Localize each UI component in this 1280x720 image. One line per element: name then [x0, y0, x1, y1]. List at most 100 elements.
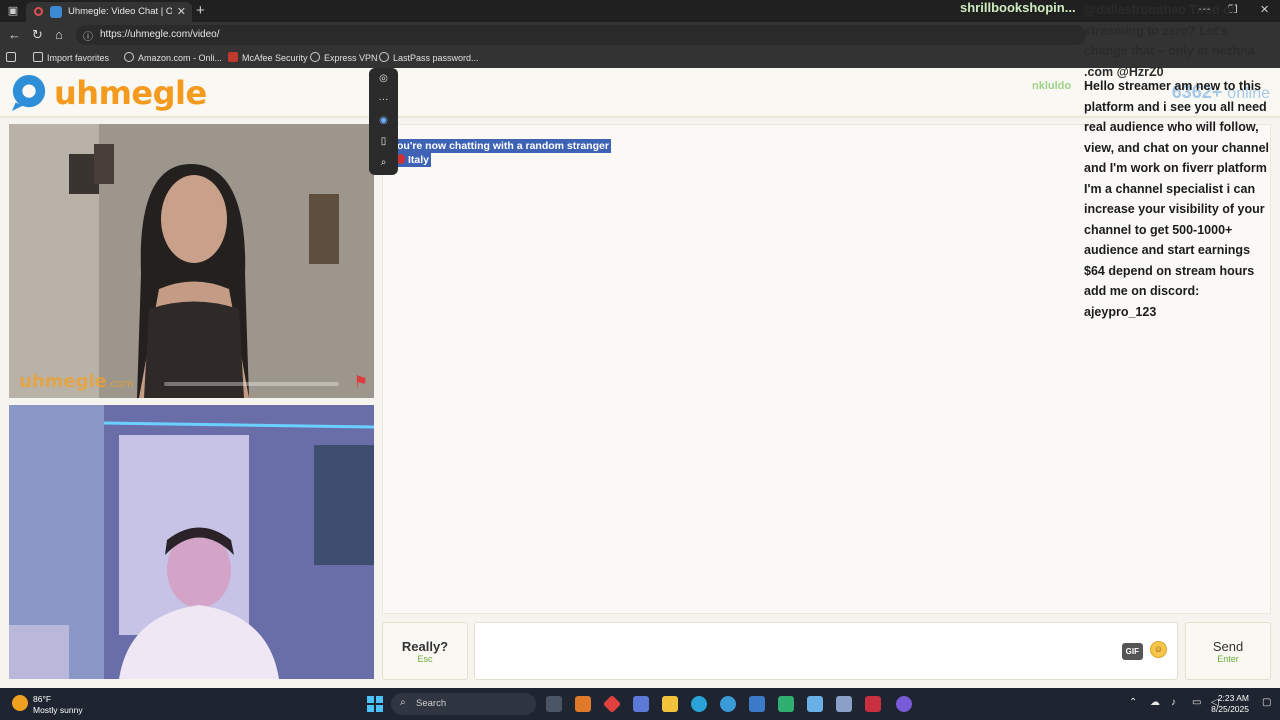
send-button-hint: Enter — [1217, 654, 1239, 664]
copy-icon[interactable]: ▯ — [369, 136, 398, 147]
discord-icon[interactable] — [896, 696, 912, 712]
favorite-label: McAfee Security — [242, 53, 308, 63]
send-button[interactable]: Send Enter — [1185, 622, 1271, 680]
stream-message-line: increase your visibility of your — [1084, 202, 1265, 216]
stream-top-username: shrillbookshopin... — [960, 0, 1076, 15]
clock-time: 2:23 AM — [1217, 693, 1249, 703]
stream-message-line: real audience who will follow, — [1084, 120, 1259, 134]
weather-condition: Mostly sunny — [33, 705, 83, 715]
video-volume-slider[interactable] — [164, 382, 339, 386]
search-icon[interactable]: ⌕ — [369, 157, 398, 168]
recording-icon — [34, 7, 43, 16]
taskbar-search[interactable]: ⌕ Search — [391, 693, 536, 715]
app-icon[interactable] — [720, 696, 736, 712]
favorite-mcafee[interactable]: McAfee Security — [228, 52, 308, 63]
self-video-frame — [9, 405, 374, 679]
favorite-import[interactable]: Import favorites — [33, 52, 109, 63]
url-field[interactable]: ⓘ https://uhmegle.com/video/ — [76, 25, 1086, 45]
stream-message-line: I'm a channel specialist i can — [1084, 181, 1256, 196]
favorite-lastpass[interactable]: LastPass password... — [379, 52, 479, 63]
chat-composer: Really? Esc GIF ☺ Send Enter — [382, 622, 1271, 680]
store-icon[interactable] — [807, 696, 823, 712]
app-icon[interactable] — [633, 696, 649, 712]
emoji-icon[interactable]: ☺ — [1150, 641, 1167, 658]
stream-chat-message: Hello streamer am new to this platform a… — [1084, 76, 1280, 322]
url-text[interactable]: https://uhmegle.com/video/ — [100, 29, 220, 40]
favorite-label: Amazon.com - Onli... — [138, 53, 223, 63]
favorite-label: Import favorites — [47, 53, 110, 63]
notifications-icon[interactable]: ▢ — [1262, 697, 1271, 708]
stream-message-line: and I'm work on fiverr platform — [1084, 161, 1267, 175]
network-icon[interactable]: ▭ — [1192, 697, 1201, 708]
back-icon[interactable]: ← — [8, 27, 21, 42]
stream-note-line: streaming to zero? Let's — [1084, 23, 1228, 38]
new-tab-button[interactable]: + — [196, 2, 205, 19]
report-flag-icon[interactable]: ⚑ — [354, 372, 368, 392]
import-icon — [33, 52, 43, 62]
stream-note: @dallasfromtheo Tired of streaming to ze… — [1084, 0, 1280, 82]
hide-icon[interactable]: ◎ — [369, 73, 398, 84]
message-input[interactable]: GIF ☺ — [474, 622, 1178, 680]
stream-viewer-name: nkluldo — [1032, 80, 1072, 92]
tab-close-icon[interactable]: ✕ — [177, 5, 186, 18]
stream-message-line: $64 depend on stream hours — [1084, 263, 1255, 278]
stop-button-hint: Esc — [417, 654, 433, 664]
stream-message-line: platform and i see you all need — [1084, 99, 1267, 114]
favorites-menu-icon[interactable] — [6, 52, 20, 63]
stream-note-line: change that – only at nezhna — [1084, 44, 1255, 58]
site-info-icon[interactable]: ⓘ — [83, 28, 93, 43]
app-icon[interactable] — [836, 696, 852, 712]
text-selection-toolbar: ◎ ··· ◉ ▯ ⌕ — [369, 68, 398, 175]
send-button-label: Send — [1212, 639, 1244, 654]
weather-temperature: 86°F — [33, 694, 52, 704]
reload-icon[interactable]: ↻ — [32, 27, 43, 43]
microphone-icon[interactable]: ♪ — [1171, 697, 1176, 708]
self-video — [9, 405, 374, 679]
taskbar-clock[interactable]: 2:23 AM 8/25/2025 — [1205, 693, 1249, 715]
app-icon[interactable] — [749, 696, 765, 712]
search-icon: ⌕ — [400, 697, 406, 708]
file-explorer-icon[interactable] — [662, 696, 678, 712]
logo-text: uhmegle — [54, 74, 207, 112]
start-icon[interactable] — [367, 696, 383, 712]
country-line: Italy — [395, 153, 432, 167]
mcafee-icon — [228, 52, 238, 62]
favorite-amazon[interactable]: Amazon.com - Onli... — [124, 52, 222, 63]
tray-overflow-icon[interactable]: ⌃ — [1129, 697, 1137, 708]
windows-taskbar: 86°F Mostly sunny ⌕ Search ⌃ ☁ ♪ ▭ ◁ 2:2… — [0, 688, 1280, 720]
favorite-label: LastPass password... — [393, 53, 479, 63]
favorite-label: Express VPN — [324, 53, 378, 63]
globe-icon — [124, 52, 134, 62]
italy-flag-icon — [397, 154, 405, 164]
window-menu-icon[interactable]: ▣ — [6, 4, 20, 18]
tab-uhmegle[interactable]: Uhmegle: Video Chat | Omeg ✕ — [26, 2, 192, 22]
tab-favicon-icon — [50, 6, 62, 18]
favorite-expressvpn[interactable]: Express VPN — [310, 52, 378, 63]
tab-title: Uhmegle: Video Chat | Omeg — [68, 6, 172, 17]
app-icon[interactable] — [778, 696, 794, 712]
app-icon[interactable] — [575, 696, 591, 712]
stranger-video-frame — [9, 124, 374, 398]
stranger-video: uhmegle.com ⚑ — [9, 124, 374, 398]
clock-date: 8/25/2025 — [1211, 704, 1249, 714]
sun-icon — [12, 695, 28, 711]
app-icon[interactable] — [602, 694, 622, 714]
home-icon[interactable]: ⌂ — [55, 27, 63, 42]
stream-message-line: channel to get 500-1000+ — [1084, 222, 1233, 237]
stop-button-label: Really? — [401, 639, 449, 654]
stop-button[interactable]: Really? Esc — [382, 622, 468, 680]
task-view-icon[interactable] — [546, 696, 562, 712]
stream-message-line: add me on discord: — [1084, 284, 1200, 298]
video-watermark: uhmegle.com — [19, 371, 134, 392]
edge-icon[interactable] — [691, 696, 707, 712]
stream-note-line: @dallasfromtheo Tired of — [1084, 3, 1235, 17]
system-message: ou're now chatting with a random strange… — [395, 139, 611, 153]
stream-message-line: audience and start earnings — [1084, 243, 1251, 257]
logo-mark-icon — [11, 74, 46, 112]
stream-message-line: ajeypro_123 — [1084, 304, 1157, 319]
copilot-icon[interactable]: ◉ — [369, 115, 398, 126]
more-options-icon[interactable]: ··· — [369, 94, 398, 105]
app-icon[interactable] — [865, 696, 881, 712]
gif-button[interactable]: GIF — [1121, 643, 1143, 660]
cloud-icon[interactable]: ☁ — [1150, 697, 1160, 708]
